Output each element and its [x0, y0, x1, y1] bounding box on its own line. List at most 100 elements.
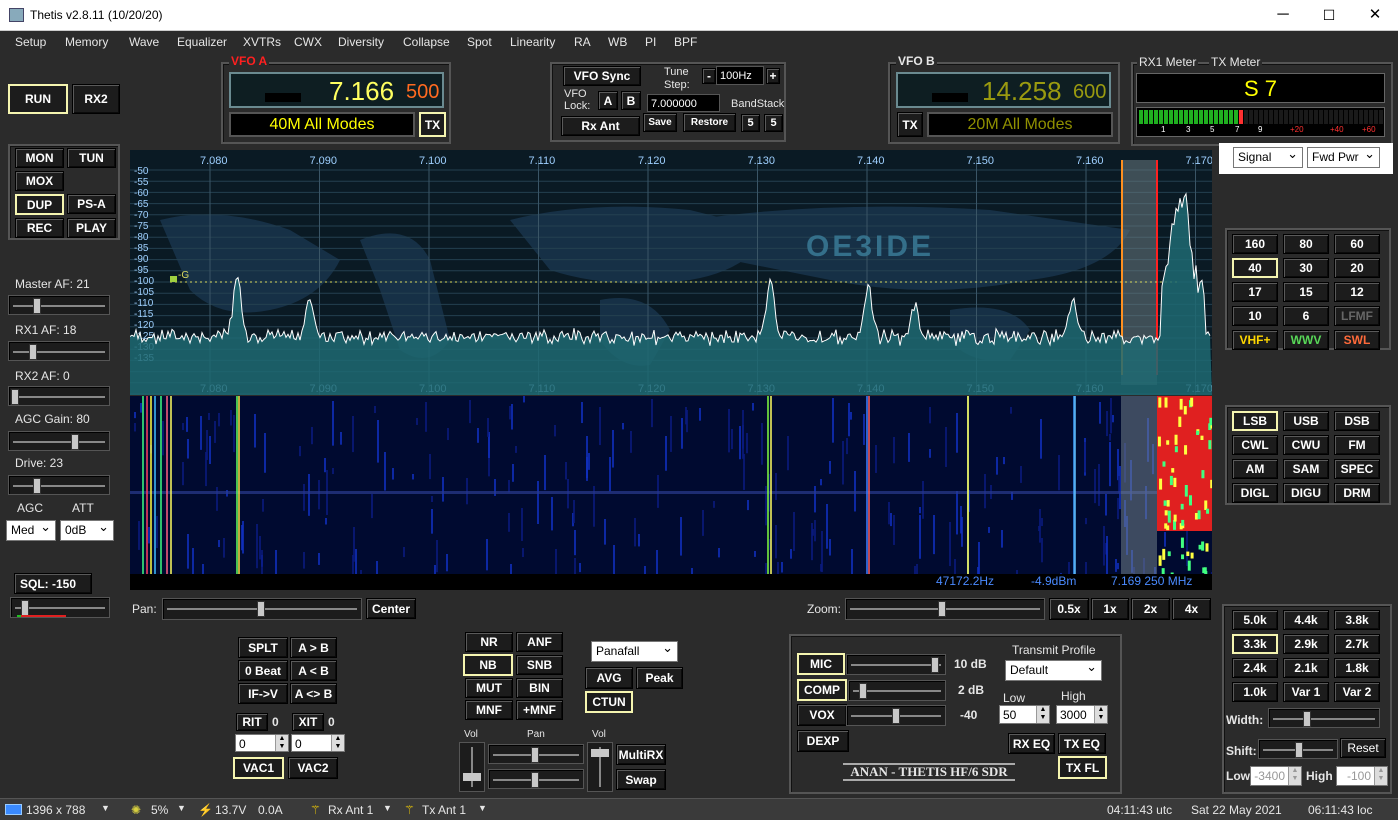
rx2-af-slider[interactable]	[8, 386, 110, 406]
mic-button[interactable]: MIC	[797, 653, 845, 675]
status-cpu-dropdown[interactable]: ▼	[177, 803, 186, 813]
status-rx-ant[interactable]: Rx Ant 1	[328, 803, 373, 817]
rx1-vol-slider[interactable]	[459, 742, 485, 792]
zoom-0-5x-button[interactable]: 0.5x	[1049, 598, 1089, 620]
master-af-slider[interactable]	[8, 295, 110, 315]
vfo-lock-frequency[interactable]: 7.000000	[647, 94, 720, 112]
rx1-af-slider[interactable]	[8, 341, 110, 361]
band-button-60[interactable]: 60	[1334, 234, 1380, 254]
zoom-4x-button[interactable]: 4x	[1172, 598, 1211, 620]
bandstack-button-1[interactable]: 5	[741, 114, 760, 132]
filter-button-2-9k[interactable]: 2.9k	[1283, 634, 1329, 654]
rx-eq-button[interactable]: RX EQ	[1008, 733, 1055, 754]
tune-step-plus[interactable]: +	[766, 68, 780, 84]
menu-setup[interactable]: Setup	[15, 35, 46, 49]
tx-low-input[interactable]: 50 ▲ ▼	[999, 705, 1050, 724]
comp-button[interactable]: COMP	[797, 679, 847, 701]
vfo-a-tx-button[interactable]: TX	[419, 112, 446, 137]
tx-meter-select[interactable]: Fwd Pwr	[1307, 146, 1380, 168]
band-button-20[interactable]: 20	[1334, 258, 1380, 278]
menu-spot[interactable]: Spot	[467, 35, 492, 49]
menu-collapse[interactable]: Collapse	[403, 35, 450, 49]
mode-button-fm[interactable]: FM	[1334, 435, 1380, 455]
minimize-button[interactable]: ─	[1260, 0, 1306, 31]
filter-button-2-7k[interactable]: 2.7k	[1334, 634, 1380, 654]
mode-button-dsb[interactable]: DSB	[1334, 411, 1380, 431]
zero-beat-button[interactable]: 0 Beat	[238, 660, 288, 681]
comp-slider[interactable]	[848, 680, 946, 701]
nr-button[interactable]: NR	[465, 632, 513, 652]
split-button[interactable]: SPLT	[238, 637, 288, 658]
peak-button[interactable]: Peak	[636, 667, 683, 689]
menu-wb[interactable]: WB	[608, 35, 627, 49]
rx2-button[interactable]: RX2	[72, 84, 120, 114]
tx-eq-button[interactable]: TX EQ	[1058, 733, 1106, 754]
rit-button[interactable]: RIT	[236, 713, 268, 731]
filter-button-3-3k[interactable]: 3.3k	[1232, 634, 1278, 654]
tune-step-value[interactable]: 100Hz	[716, 66, 764, 85]
band-button-80[interactable]: 80	[1283, 234, 1329, 254]
band-button-17[interactable]: 17	[1232, 282, 1278, 302]
multirx-button[interactable]: MultiRX	[616, 744, 666, 765]
filter-button-4-4k[interactable]: 4.4k	[1283, 610, 1329, 630]
filter-button-2-4k[interactable]: 2.4k	[1232, 658, 1278, 678]
mnf-button[interactable]: MNF	[465, 700, 513, 720]
mode-button-lsb[interactable]: LSB	[1232, 411, 1278, 431]
vfo-sync-button[interactable]: VFO Sync	[563, 66, 641, 86]
close-button[interactable]: ✕	[1352, 0, 1398, 31]
vfo-b-tx-button[interactable]: TX	[897, 112, 923, 137]
multirx-swap-button[interactable]: Swap	[616, 769, 666, 790]
vox-button[interactable]: VOX	[797, 704, 847, 726]
run-button[interactable]: RUN	[8, 84, 68, 114]
vfo-b-display[interactable]: 14.258 600	[896, 72, 1111, 108]
mut-button[interactable]: MUT	[465, 678, 513, 698]
band-button-160[interactable]: 160	[1232, 234, 1278, 254]
save-button[interactable]: Save	[643, 113, 677, 132]
filter-width-slider[interactable]	[1268, 708, 1380, 728]
band-button-15[interactable]: 15	[1283, 282, 1329, 302]
zoom-2x-button[interactable]: 2x	[1131, 598, 1170, 620]
filter-button-var-2[interactable]: Var 2	[1334, 682, 1380, 702]
band-button-10[interactable]: 10	[1232, 306, 1278, 326]
play-button[interactable]: PLAY	[67, 218, 116, 238]
filter-button-2-1k[interactable]: 2.1k	[1283, 658, 1329, 678]
dup-button[interactable]: DUP	[15, 194, 64, 215]
drive-slider[interactable]	[8, 475, 110, 495]
pan-slider[interactable]	[162, 598, 362, 620]
sql-slider[interactable]	[10, 597, 110, 618]
display-mode-select[interactable]: Panafall	[591, 640, 678, 662]
band-button-vhf-plus[interactable]: VHF+	[1232, 330, 1278, 350]
status-tx-ant-dropdown[interactable]: ▼	[478, 803, 487, 813]
xit-button[interactable]: XIT	[292, 713, 324, 731]
dexp-button[interactable]: DEXP	[797, 730, 849, 752]
band-button-6[interactable]: 6	[1283, 306, 1329, 326]
waterfall[interactable]: 47172.2Hz -4.9dBm 7.169 250 MHz	[130, 396, 1212, 590]
maximize-button[interactable]: ☐	[1306, 0, 1352, 31]
rx-meter-select[interactable]: Signal	[1233, 146, 1303, 168]
band-button-wwv[interactable]: WWV	[1283, 330, 1329, 350]
bandstack-button-2[interactable]: 5	[764, 114, 783, 132]
mode-button-sam[interactable]: SAM	[1283, 459, 1329, 479]
filter-low-input[interactable]: -3400 ▲ ▼	[1250, 766, 1302, 786]
band-button-30[interactable]: 30	[1283, 258, 1329, 278]
band-button-swl[interactable]: SWL	[1334, 330, 1380, 350]
filter-button-3-8k[interactable]: 3.8k	[1334, 610, 1380, 630]
restore-button[interactable]: Restore	[683, 113, 736, 132]
status-resolution-dropdown[interactable]: ▼	[101, 803, 110, 813]
status-tx-ant[interactable]: Tx Ant 1	[422, 803, 466, 817]
panadapter[interactable]: 7.0807.0807.0907.0907.1007.1007.1107.110…	[130, 150, 1212, 395]
mode-button-cwu[interactable]: CWU	[1283, 435, 1329, 455]
menu-pi[interactable]: PI	[645, 35, 656, 49]
band-button-40[interactable]: 40	[1232, 258, 1278, 278]
mic-gain-slider[interactable]	[846, 654, 946, 675]
menu-memory[interactable]: Memory	[65, 35, 108, 49]
rx2-vol-slider[interactable]	[587, 742, 613, 792]
xit-input[interactable]: 0 ▲ ▼	[291, 734, 345, 752]
ctun-button[interactable]: CTUN	[585, 691, 633, 713]
rx1-pan-slider[interactable]	[488, 744, 584, 764]
filter-button-5-0k[interactable]: 5.0k	[1232, 610, 1278, 630]
menu-xvtrs[interactable]: XVTRs	[243, 35, 281, 49]
band-button-12[interactable]: 12	[1334, 282, 1380, 302]
vfo-lock-a-button[interactable]: A	[598, 91, 618, 110]
vfo-lock-b-button[interactable]: B	[621, 91, 641, 110]
